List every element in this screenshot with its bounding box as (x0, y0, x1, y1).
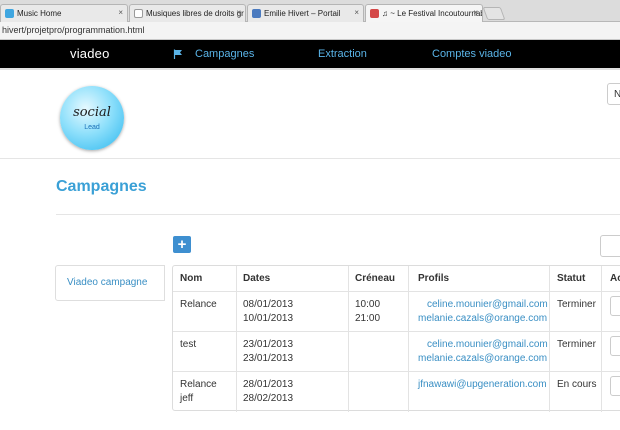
cell-creneau-start: 10:00 (355, 299, 381, 310)
column-header-profils: Profils (418, 273, 450, 284)
row-action-button[interactable] (610, 376, 620, 396)
cell-creneau-end: 21:00 (355, 313, 381, 324)
column-header-actions: Ac (610, 273, 620, 284)
title-divider (56, 214, 620, 215)
sidebar: Viadeo campagne (55, 265, 165, 301)
column-header-statut: Statut (557, 273, 586, 284)
app-navbar: viadeo Campagnes Extraction Comptes viad… (0, 40, 620, 68)
page-title: Campagnes (56, 178, 147, 195)
campaigns-table: Nom Dates Créneau Profils Statut Ac Rela… (172, 265, 620, 412)
cell-nom: Relance (180, 379, 217, 390)
url-text[interactable]: hivert/projetpro/programmation.html (2, 25, 145, 35)
portal-favicon-icon (252, 9, 261, 18)
cell-statut: Terminer (557, 299, 596, 310)
brand-text: viadeo (70, 46, 110, 61)
screen: Music Home × Musiques libres de droits g… (0, 0, 620, 430)
column-divider (601, 266, 602, 412)
cell-date-end: 23/01/2013 (243, 353, 294, 364)
cell-statut: En cours (557, 379, 597, 390)
cell-date-start: 08/01/2013 (243, 299, 294, 310)
navbar-divider (0, 68, 620, 70)
logo-subtext: Lead (84, 124, 100, 131)
column-divider (348, 266, 349, 412)
column-divider (408, 266, 409, 412)
cell-date-start: 28/01/2013 (243, 379, 294, 390)
address-bar[interactable]: hivert/projetpro/programmation.html (0, 22, 620, 40)
browser-tab-emilie-hivert[interactable]: Emilie Hivert – Portail × (247, 4, 364, 22)
top-right-button[interactable]: N (607, 83, 620, 105)
sidebar-item-viadeo-campagne[interactable]: Viadeo campagne (67, 277, 147, 288)
close-tab-icon[interactable]: × (118, 8, 123, 17)
music-home-favicon-icon (5, 9, 14, 18)
browser-tab-musiques-libres[interactable]: Musiques libres de droits gr × (129, 4, 246, 22)
new-tab-button[interactable] (482, 7, 506, 20)
browser-tab-festival[interactable]: ♫ ~ Le Festival Incoutournable × (365, 4, 483, 22)
profile-email-link[interactable]: melanie.cazals@orange.com (418, 313, 547, 324)
tab-title: Emilie Hivert – Portail (264, 9, 341, 18)
profile-email-link[interactable]: melanie.cazals@orange.com (418, 353, 547, 364)
column-header-nom: Nom (180, 273, 203, 284)
row-divider (173, 371, 620, 372)
close-tab-icon[interactable]: × (473, 8, 478, 17)
cell-date-start: 23/01/2013 (243, 339, 294, 350)
nav-link-campagnes[interactable]: Campagnes (195, 48, 254, 60)
add-campaign-button[interactable]: + (173, 236, 191, 253)
profile-email-link[interactable]: celine.mounier@gmail.com (427, 299, 548, 310)
browser-tabstrip: Music Home × Musiques libres de droits g… (0, 0, 620, 22)
close-tab-icon[interactable]: × (236, 8, 241, 17)
close-tab-icon[interactable]: × (354, 8, 359, 17)
browser-tab-music-home[interactable]: Music Home × (0, 4, 128, 22)
cell-date-end: 28/02/2013 (243, 393, 294, 404)
social-lead-logo[interactable]: social Lead (60, 86, 124, 150)
tab-title: Musiques libres de droits gr (146, 9, 244, 18)
cell-date-end: 10/01/2013 (243, 313, 294, 324)
tab-title: ♫ ~ Le Festival Incoutournable (382, 9, 483, 18)
logo-text: social (73, 105, 111, 120)
cell-nom: test (180, 339, 197, 350)
header-divider (0, 158, 620, 159)
column-divider (236, 266, 237, 412)
row-action-button[interactable] (610, 336, 620, 356)
cell-nom-line2: jeff (180, 393, 194, 404)
nav-link-extraction[interactable]: Extraction (318, 48, 367, 60)
column-header-creneau: Créneau (355, 273, 396, 284)
page-favicon-icon (134, 9, 143, 18)
profile-email-link[interactable]: celine.mounier@gmail.com (427, 339, 548, 350)
column-divider (549, 266, 550, 412)
cell-statut: Terminer (557, 339, 596, 350)
flag-icon (173, 49, 182, 59)
profile-email-link[interactable]: jfnawawi@upgeneration.com (418, 379, 547, 390)
row-divider (173, 331, 620, 332)
nav-link-comptes-viadeo[interactable]: Comptes viadeo (432, 48, 512, 60)
row-action-button[interactable] (610, 296, 620, 316)
toolbar-right-button[interactable] (600, 235, 620, 257)
header-row-divider (173, 291, 620, 292)
tab-title: Music Home (17, 9, 62, 18)
festival-favicon-icon (370, 9, 379, 18)
column-header-dates: Dates (243, 273, 271, 284)
cell-nom: Relance (180, 299, 217, 310)
viadeo-logo[interactable]: viadeo (70, 46, 110, 61)
